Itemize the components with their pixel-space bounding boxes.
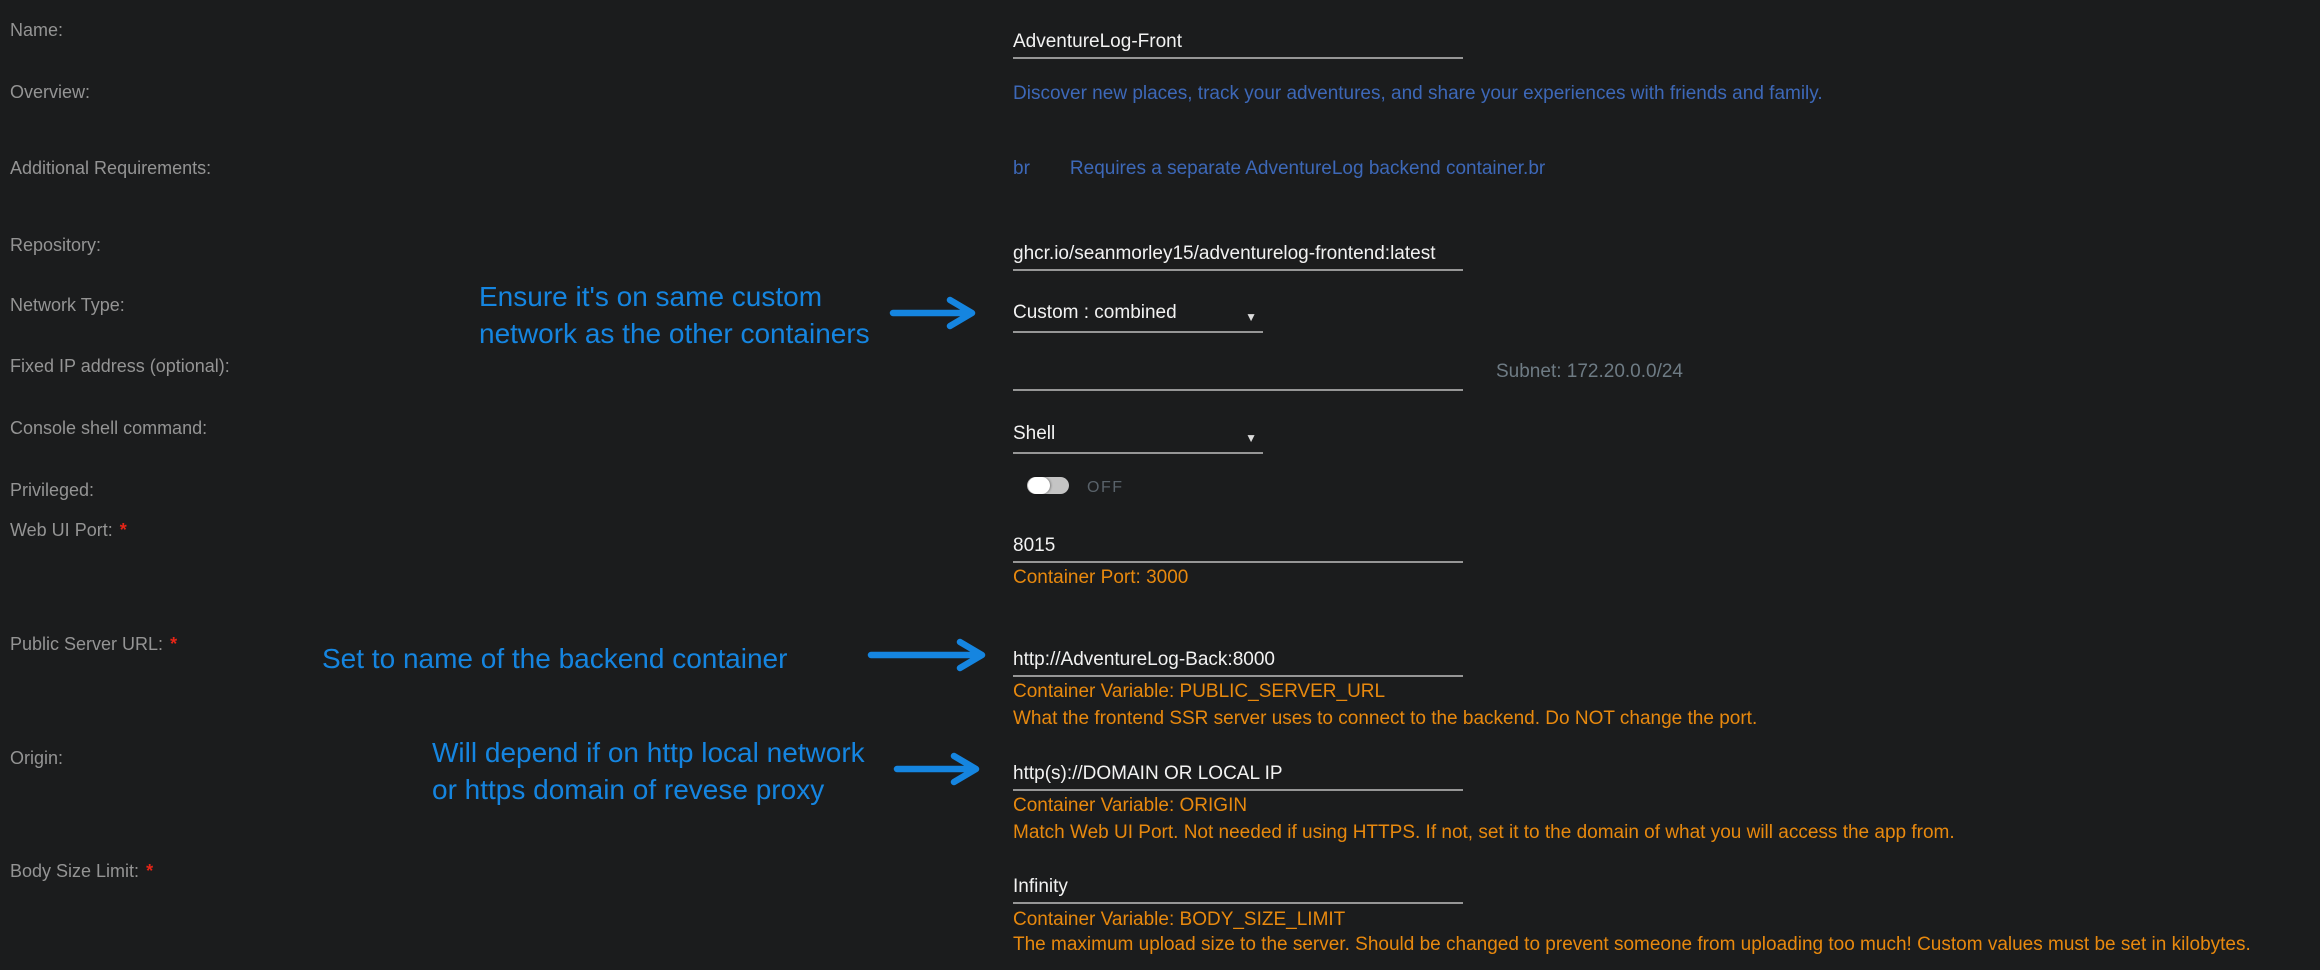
overview-text: Discover new places, track your adventur… [1013, 82, 1823, 106]
field-label-name: Name: [10, 19, 63, 41]
origin-variable-help: Container Variable: ORIGIN [1013, 794, 1247, 818]
additional-requirements-prefix: br [1013, 158, 1030, 179]
container-port-help: Container Port: 3000 [1013, 566, 1188, 590]
origin-input[interactable] [1013, 763, 1463, 785]
toggle-knob [1028, 477, 1050, 494]
web-ui-port-field [1013, 525, 1463, 563]
field-label-web-ui-port: Web UI Port:* [10, 519, 127, 541]
web-ui-port-input[interactable] [1013, 535, 1463, 557]
repository-input[interactable] [1013, 243, 1463, 265]
field-label-additional-requirements: Additional Requirements: [10, 157, 211, 179]
field-label-network-type: Network Type: [10, 294, 125, 316]
arrow-right-icon [888, 296, 992, 330]
field-label-fixed-ip: Fixed IP address (optional): [10, 355, 230, 377]
subnet-note: Subnet: 172.20.0.0/24 [1496, 361, 1683, 383]
body-size-limit-input[interactable] [1013, 876, 1463, 898]
field-label-repository: Repository: [10, 234, 101, 256]
required-asterisk: * [120, 520, 127, 540]
chevron-down-icon: ▼ [1245, 431, 1257, 445]
required-asterisk: * [170, 634, 177, 654]
field-label-origin: Origin: [10, 747, 63, 769]
body-size-limit-description-help: The maximum upload size to the server. S… [1013, 933, 2251, 957]
public-server-url-field [1013, 639, 1463, 677]
network-type-value: Custom : combined [1013, 302, 1177, 324]
annotation-origin: Will depend if on http local network or … [432, 734, 865, 808]
annotation-network-type: Ensure it's on same custom network as th… [479, 278, 870, 352]
body-size-limit-variable-help: Container Variable: BODY_SIZE_LIMIT [1013, 908, 1345, 932]
console-shell-value: Shell [1013, 423, 1055, 445]
privileged-state-label: OFF [1087, 479, 1124, 497]
privileged-toggle[interactable] [1027, 477, 1069, 494]
field-label-public-server-url: Public Server URL:* [10, 633, 177, 655]
field-label-privileged: Privileged: [10, 479, 94, 501]
chevron-down-icon: ▼ [1245, 310, 1257, 324]
additional-requirements-body: Requires a separate AdventureLog backend… [1070, 158, 1545, 179]
fixed-ip-input[interactable] [1013, 363, 1463, 385]
origin-description-help: Match Web UI Port. Not needed if using H… [1013, 821, 1955, 845]
field-label-console-shell: Console shell command: [10, 417, 207, 439]
name-field [1013, 21, 1463, 59]
additional-requirements-text: br Requires a separate AdventureLog backe… [1013, 157, 1545, 181]
public-server-url-description-help: What the frontend SSR server uses to con… [1013, 707, 1757, 731]
origin-field [1013, 753, 1463, 791]
name-input[interactable] [1013, 31, 1463, 53]
network-type-select[interactable]: Custom : combined ▼ [1013, 295, 1263, 333]
repository-field [1013, 233, 1463, 271]
console-shell-select[interactable]: Shell ▼ [1013, 416, 1263, 454]
annotation-public-server-url: Set to name of the backend container [322, 640, 787, 677]
arrow-right-icon [866, 638, 1002, 672]
arrow-right-icon [892, 752, 996, 786]
docker-template-form: Name: Overview: Additional Requirements:… [0, 0, 2320, 970]
fixed-ip-field [1013, 353, 1463, 391]
body-size-limit-field [1013, 866, 1463, 904]
field-label-body-size-limit: Body Size Limit:* [10, 860, 153, 882]
public-server-url-variable-help: Container Variable: PUBLIC_SERVER_URL [1013, 680, 1385, 704]
required-asterisk: * [146, 861, 153, 881]
public-server-url-input[interactable] [1013, 649, 1463, 671]
field-label-overview: Overview: [10, 81, 90, 103]
